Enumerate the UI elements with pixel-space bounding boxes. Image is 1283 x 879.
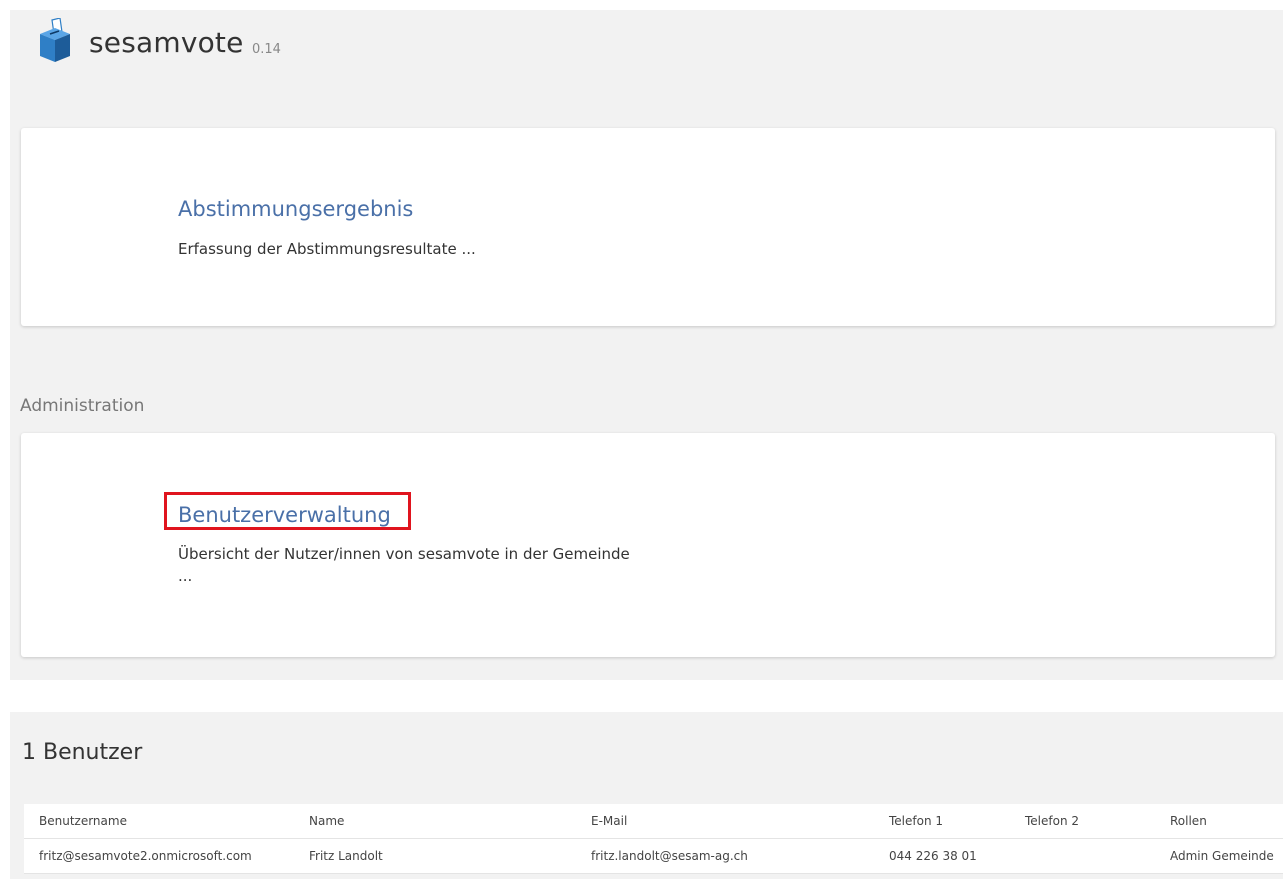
column-header-telefon-1[interactable]: Telefon 1: [874, 804, 1010, 839]
app-version: 0.14: [252, 42, 281, 57]
cell-rollen: Admin Gemeinde: [1155, 838, 1283, 874]
cell-telefon-1: 044 226 38 01: [874, 838, 1010, 874]
users-table: Benutzername Name E-Mail Telefon 1 Telef…: [24, 804, 1283, 874]
app-title: sesamvote: [89, 26, 244, 59]
ballot-box-icon: [40, 18, 70, 62]
cell-name: Fritz Landolt: [294, 838, 576, 874]
column-header-rollen[interactable]: Rollen: [1155, 804, 1283, 839]
card-title-abstimmungsergebnis[interactable]: Abstimmungsergebnis: [178, 197, 413, 221]
users-count-heading: 1 Benutzer: [22, 740, 143, 765]
column-header-telefon-2[interactable]: Telefon 2: [1010, 804, 1155, 839]
cell-email: fritz.landolt@sesam-ag.ch: [576, 838, 874, 874]
card-description: Erfassung der Abstimmungsresultate ...: [178, 240, 476, 258]
table-header-row: Benutzername Name E-Mail Telefon 1 Telef…: [24, 804, 1283, 839]
card-description: Übersicht der Nutzer/innen von sesamvote…: [178, 545, 630, 585]
card-title-benutzerverwaltung[interactable]: Benutzerverwaltung: [178, 503, 391, 527]
column-header-name[interactable]: Name: [294, 804, 576, 839]
cell-telefon-2: [1010, 838, 1155, 874]
users-table-container: Benutzername Name E-Mail Telefon 1 Telef…: [24, 804, 1283, 874]
column-header-benutzername[interactable]: Benutzername: [24, 804, 294, 839]
card-abstimmungsergebnis[interactable]: Abstimmungsergebnis Erfassung der Abstim…: [21, 128, 1275, 326]
administration-heading: Administration: [20, 396, 145, 416]
table-row[interactable]: fritz@sesamvote2.onmicrosoft.com Fritz L…: [24, 838, 1283, 874]
column-header-email[interactable]: E-Mail: [576, 804, 874, 839]
card-benutzerverwaltung[interactable]: Benutzerverwaltung Übersicht der Nutzer/…: [21, 433, 1275, 657]
cell-benutzername: fritz@sesamvote2.onmicrosoft.com: [24, 838, 294, 874]
